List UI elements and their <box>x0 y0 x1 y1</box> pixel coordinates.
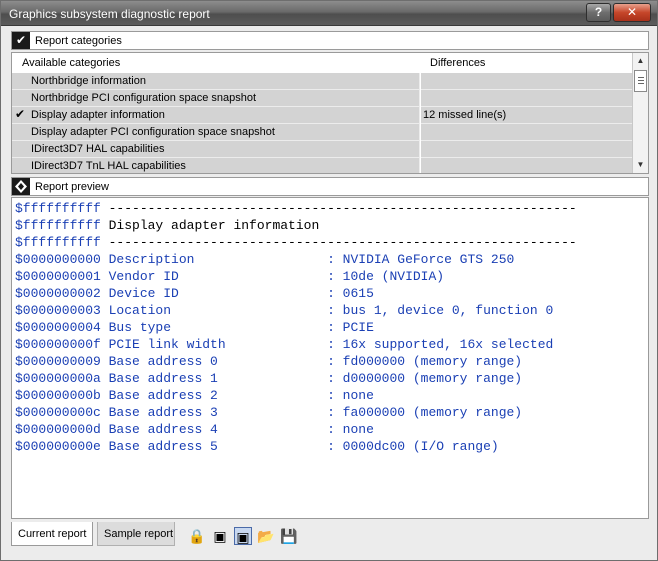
compare-icon[interactable]: ▣ <box>211 527 229 545</box>
report-categories-label: Report categories <box>35 35 122 47</box>
preview-line: $ffffffffff ----------------------------… <box>15 201 577 216</box>
category-name: IDirect3D7 HAL capabilities <box>31 143 165 155</box>
lock-icon[interactable]: 🔒 <box>188 527 206 545</box>
window-title: Graphics subsystem diagnostic report <box>9 7 210 21</box>
checkmark-icon: ✔ <box>15 107 26 121</box>
preview-icon <box>12 178 30 195</box>
preview-line: $0000000001 Vendor ID : 10de (NVIDIA) <box>15 269 445 284</box>
category-name: IDirect3D7 TnL HAL capabilities <box>31 160 186 172</box>
preview-line: $0000000004 Bus type : PCIE <box>15 320 374 335</box>
list-item[interactable]: IDirect3D7 HAL capabilities <box>12 141 632 158</box>
save-icon[interactable]: 💾 <box>280 527 298 545</box>
scroll-down-icon[interactable]: ▼ <box>633 157 648 173</box>
diagnostic-report-window: Graphics subsystem diagnostic report ? ✕… <box>0 0 658 561</box>
close-button[interactable]: ✕ <box>613 3 651 22</box>
preview-line: $000000000e Base address 5 : 0000dc00 (I… <box>15 439 499 454</box>
category-diff: 12 missed line(s) <box>423 109 507 121</box>
list-item[interactable]: Northbridge information <box>12 73 632 90</box>
category-name: Display adapter information <box>31 109 165 121</box>
category-name: Northbridge information <box>31 75 146 87</box>
help-button[interactable]: ? <box>586 3 611 22</box>
compare-selected-icon[interactable]: ▣ <box>234 527 252 545</box>
preview-line: $0000000009 Base address 0 : fd000000 (m… <box>15 354 523 369</box>
list-item[interactable]: Display adapter PCI configuration space … <box>12 124 632 141</box>
preview-line: $ffffffffff Display adapter information <box>15 218 320 233</box>
open-folder-icon[interactable]: 📂 <box>257 527 275 545</box>
report-preview-label: Report preview <box>35 181 109 193</box>
column-header-available[interactable]: Available categories <box>22 57 120 69</box>
title-bar[interactable]: Graphics subsystem diagnostic report ? ✕ <box>1 1 657 26</box>
report-preview-pane[interactable]: $ffffffffff ----------------------------… <box>11 197 649 519</box>
preview-line: $0000000002 Device ID : 0615 <box>15 286 374 301</box>
preview-line: $000000000f PCIE link width : 16x suppor… <box>15 337 554 352</box>
preview-line: $0000000003 Location : bus 1, device 0, … <box>15 303 554 318</box>
report-preview-header: Report preview <box>11 177 649 196</box>
tab-current-report[interactable]: Current report <box>11 522 93 546</box>
preview-line: $0000000000 Description : NVIDIA GeForce… <box>15 252 515 267</box>
list-scrollbar[interactable]: ▲ ▼ <box>632 53 648 173</box>
list-item[interactable]: Northbridge PCI configuration space snap… <box>12 90 632 107</box>
scroll-thumb[interactable] <box>634 70 647 92</box>
tab-sample-report[interactable]: Sample report <box>97 522 175 546</box>
preview-line: $000000000b Base address 2 : none <box>15 388 374 403</box>
category-name: Display adapter PCI configuration space … <box>31 126 275 138</box>
checkmark-icon[interactable]: ✔ <box>12 32 30 49</box>
list-item[interactable]: IDirect3D7 TnL HAL capabilities <box>12 158 632 173</box>
column-header-differences[interactable]: Differences <box>430 57 485 69</box>
category-name: Northbridge PCI configuration space snap… <box>31 92 257 104</box>
preview-line: $000000000a Base address 1 : d0000000 (m… <box>15 371 523 386</box>
preview-line: $000000000d Base address 4 : none <box>15 422 374 437</box>
preview-line: $ffffffffff ----------------------------… <box>15 235 577 250</box>
report-categories-header: ✔ Report categories <box>11 31 649 50</box>
categories-list[interactable]: Available categories Differences Northbr… <box>11 52 649 174</box>
scroll-up-icon[interactable]: ▲ <box>633 53 648 69</box>
list-item[interactable]: ✔ Display adapter information 12 missed … <box>12 107 632 124</box>
list-header: Available categories Differences <box>12 53 632 73</box>
preview-line: $000000000c Base address 3 : fa000000 (m… <box>15 405 523 420</box>
